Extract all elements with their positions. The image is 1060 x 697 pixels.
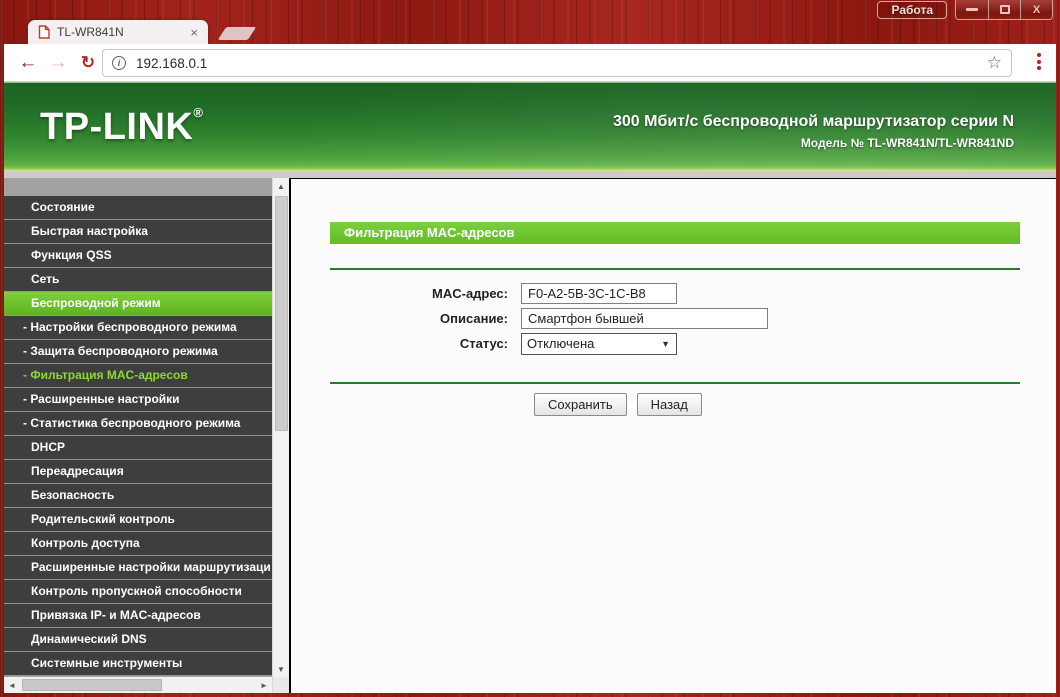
sidebar-item-ip-mac-binding[interactable]: Привязка IP- и MAC-адресов <box>4 604 272 628</box>
sidebar-item-mac-filtering[interactable]: - Фильтрация MAC-адресов <box>4 364 272 388</box>
router-page-header: TP-LINK® 300 Мбит/с беспроводной маршрут… <box>4 82 1056 171</box>
sidebar-item-advanced-routing[interactable]: Расширенные настройки маршрутизаци <box>4 556 272 580</box>
scrollbar-corner <box>272 677 290 693</box>
sidebar-item-wireless-security[interactable]: - Защита беспроводного режима <box>4 340 272 364</box>
sidebar-horizontal-scrollbar[interactable]: ◄ ► <box>4 677 272 693</box>
browser-toolbar: ← → ↻ i 192.168.0.1 ☆ <box>4 44 1056 82</box>
scroll-right-icon[interactable]: ► <box>256 677 272 693</box>
frameset: Состояние Быстрая настройка Функция QSS … <box>4 178 1056 693</box>
separator-line-bottom <box>330 382 1020 384</box>
separator-line-top <box>330 268 1020 270</box>
sidebar-item-forwarding[interactable]: Переадресация <box>4 460 272 484</box>
sidebar-item-status[interactable]: Состояние <box>4 196 272 220</box>
close-button[interactable]: X <box>1020 0 1052 19</box>
sidebar-item-access-control[interactable]: Контроль доступа <box>4 532 272 556</box>
sidebar-item-wireless-settings[interactable]: - Настройки беспроводного режима <box>4 316 272 340</box>
mac-filter-form: MAC-адрес: Описание: Статус: Отключена ▼ <box>291 283 1056 355</box>
maximize-icon <box>999 5 1010 14</box>
sidebar-item-parental-control[interactable]: Родительский контроль <box>4 508 272 532</box>
chrome-profile-button[interactable]: Работа <box>877 1 947 19</box>
horizontal-scroll-thumb[interactable] <box>22 679 162 691</box>
browser-tab[interactable]: TL-WR841N × <box>28 20 208 44</box>
tab-title: TL-WR841N <box>57 25 124 39</box>
sidebar-item-security[interactable]: Безопасность <box>4 484 272 508</box>
status-label: Статус: <box>459 336 508 351</box>
tab-close-icon[interactable]: × <box>188 25 200 40</box>
minimize-icon <box>966 8 978 11</box>
vertical-scroll-thumb[interactable] <box>274 196 288 431</box>
tab-strip: TL-WR841N × <box>0 20 1060 44</box>
new-tab-button[interactable] <box>217 27 257 40</box>
scroll-left-icon[interactable]: ◄ <box>4 677 20 693</box>
sidebar-item-bandwidth-control[interactable]: Контроль пропускной способности <box>4 580 272 604</box>
window-titlebar: Работа X <box>0 0 1060 20</box>
sidebar-menu: Состояние Быстрая настройка Функция QSS … <box>4 178 272 693</box>
maximize-button[interactable] <box>988 0 1020 19</box>
close-icon: X <box>1032 3 1041 16</box>
back-button[interactable]: Назад <box>636 393 702 416</box>
save-button[interactable]: Сохранить <box>534 393 627 416</box>
tplink-logo: TP-LINK® <box>40 105 203 148</box>
main-content: Фильтрация MAC-адресов MAC-адрес: Описан… <box>291 178 1056 693</box>
router-model: Модель № TL-WR841N/TL-WR841ND <box>800 136 1014 150</box>
sidebar-item-dynamic-dns[interactable]: Динамический DNS <box>4 628 272 652</box>
scroll-down-icon[interactable]: ▼ <box>272 661 290 677</box>
address-bar[interactable]: i 192.168.0.1 ☆ <box>102 49 1012 77</box>
back-icon[interactable]: ← <box>16 51 40 75</box>
status-select-wrap: Отключена ▼ <box>521 332 677 355</box>
sidebar-item-wireless[interactable]: Беспроводной режим <box>4 292 272 316</box>
scroll-up-icon[interactable]: ▲ <box>272 178 290 194</box>
window-controls: X <box>955 0 1053 20</box>
sidebar-item-dhcp[interactable]: DHCP <box>4 436 272 460</box>
registered-mark: ® <box>193 105 203 120</box>
sidebar-item-network[interactable]: Сеть <box>4 268 272 292</box>
url-text[interactable]: 192.168.0.1 <box>136 56 987 71</box>
sidebar-item-system-tools[interactable]: Системные инструменты <box>4 652 272 676</box>
bookmark-star-icon[interactable]: ☆ <box>987 53 1002 73</box>
mac-address-field[interactable] <box>521 283 677 304</box>
sidebar: Состояние Быстрая настройка Функция QSS … <box>4 178 290 693</box>
description-label: Описание: <box>440 311 508 326</box>
forward-icon: → <box>48 52 68 73</box>
mac-address-label: MAC-адрес: <box>432 286 508 301</box>
status-select[interactable]: Отключена <box>521 332 677 355</box>
sidebar-vertical-scrollbar[interactable]: ▲ ▼ <box>272 178 290 693</box>
router-tagline: 300 Мбит/с беспроводной маршрутизатор се… <box>612 113 1014 130</box>
minimize-button[interactable] <box>956 0 988 19</box>
page-favicon-icon <box>38 25 50 39</box>
header-divider <box>4 171 1056 178</box>
browser-menu-icon[interactable] <box>1037 53 1041 70</box>
reload-icon[interactable]: ↻ <box>76 51 100 75</box>
page-info-icon[interactable]: i <box>112 56 126 70</box>
description-field[interactable] <box>521 308 768 329</box>
sidebar-item-wireless-statistics[interactable]: - Статистика беспроводного режима <box>4 412 272 436</box>
sidebar-item-quick-setup[interactable]: Быстрая настройка <box>4 220 272 244</box>
page-title: Фильтрация MAC-адресов <box>330 222 1020 244</box>
sidebar-item-qss[interactable]: Функция QSS <box>4 244 272 268</box>
sidebar-item-advanced-wireless[interactable]: - Расширенные настройки <box>4 388 272 412</box>
